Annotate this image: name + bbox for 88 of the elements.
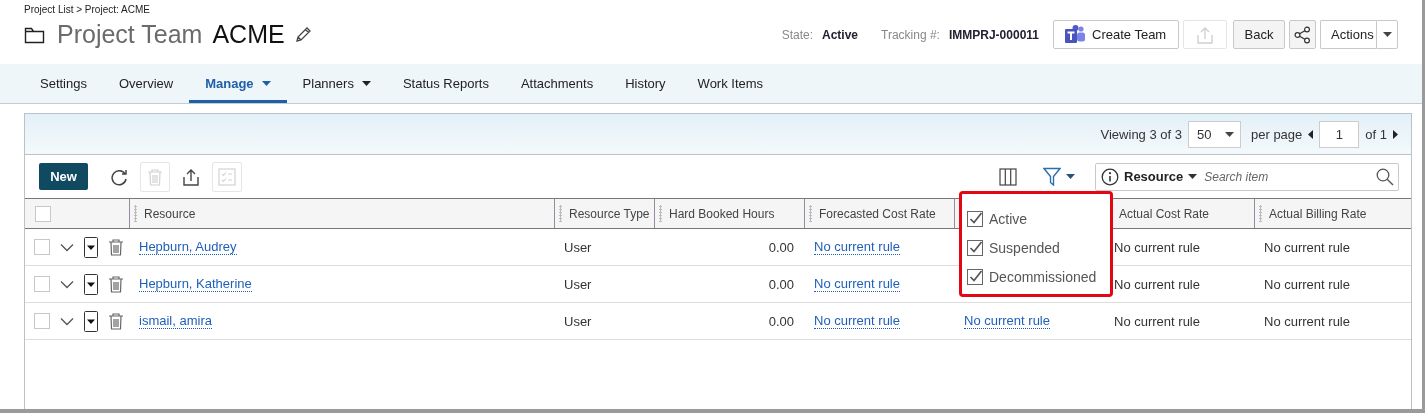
actions-button[interactable]: Actions	[1320, 20, 1376, 49]
select-all-checkbox[interactable]	[35, 205, 51, 222]
page-number-field[interactable]: 1	[1319, 120, 1360, 148]
table-cell: No current rule	[1264, 313, 1350, 329]
share-icon[interactable]	[1294, 25, 1311, 44]
tracking-number: IMMPRJ-000011	[948, 27, 1039, 42]
table-cell: 0.00	[768, 239, 794, 255]
chevron-down-icon[interactable]	[60, 279, 74, 289]
cell-link[interactable]: No current rule	[814, 239, 900, 255]
previous-page-icon[interactable]	[1308, 129, 1314, 139]
columns-icon[interactable]	[999, 167, 1017, 186]
delete-row-icon[interactable]	[108, 312, 124, 330]
search-icon[interactable]	[1376, 167, 1394, 186]
cell-link[interactable]: ismail, amira	[139, 313, 212, 329]
chevron-down-icon[interactable]	[60, 316, 74, 326]
actions-dropdown-button[interactable]	[1376, 20, 1398, 49]
back-button[interactable]: Back	[1233, 20, 1285, 49]
state-label: State:	[781, 27, 813, 42]
status-checkbox[interactable]	[967, 210, 983, 227]
status-filter-option[interactable]: Suspended	[967, 233, 1100, 262]
nav-tab[interactable]: Manage	[189, 64, 287, 103]
delete-row-icon[interactable]	[108, 238, 124, 256]
caret-icon	[1382, 32, 1392, 37]
status-filter-option[interactable]: Active	[967, 204, 1100, 233]
table-cell: User	[564, 313, 592, 329]
table-cell: 0.00	[768, 276, 794, 292]
viewing-count: Viewing 3 of 3	[1100, 126, 1182, 142]
nav-tab[interactable]: Settings	[24, 64, 103, 103]
nav-tab[interactable]: Attachments	[504, 64, 610, 103]
column-header[interactable]: Hard Booked Hours	[669, 206, 775, 221]
status-filter-option[interactable]: Decommissioned	[967, 262, 1100, 291]
cell-link[interactable]: No current rule	[814, 276, 900, 292]
dropdown-menu-icon[interactable]	[84, 236, 98, 258]
column-header[interactable]: Resource	[144, 206, 196, 221]
info-icon	[1101, 167, 1119, 186]
table-cell: 0.00	[768, 313, 794, 329]
page-type-title: Project Team	[57, 20, 203, 49]
row-checkbox[interactable]	[34, 239, 50, 255]
page-count: of 1	[1365, 126, 1387, 142]
export-icon[interactable]	[182, 167, 200, 186]
dropdown-menu-icon[interactable]	[84, 273, 98, 295]
dropdown-menu-icon[interactable]	[84, 310, 98, 332]
search-scope-dropdown[interactable]: Resource	[1124, 169, 1184, 184]
table-cell: No current rule	[1264, 239, 1350, 255]
column-header[interactable]: Actual Cost Rate	[1119, 206, 1210, 221]
table-cell: User	[564, 239, 592, 255]
filter-icon[interactable]	[1043, 167, 1061, 186]
caret-icon	[1225, 131, 1234, 137]
row-checkbox[interactable]	[34, 313, 50, 329]
row-checkbox[interactable]	[34, 276, 50, 292]
share-button[interactable]	[1289, 20, 1316, 49]
table-cell: No current rule	[1114, 276, 1200, 292]
teams-icon	[1064, 24, 1086, 45]
table-cell: No current rule	[1114, 313, 1200, 329]
table-cell: User	[564, 276, 592, 292]
status-checkbox[interactable]	[967, 268, 983, 285]
nav-tab[interactable]: History	[609, 64, 682, 103]
column-header[interactable]: Resource Type	[569, 206, 650, 221]
table-cell: No current rule	[1114, 239, 1200, 255]
cell-link[interactable]: No current rule	[814, 313, 900, 329]
refresh-icon[interactable]	[110, 167, 128, 186]
nav-tab[interactable]: Status Reports	[386, 64, 505, 103]
nav-tab[interactable]: Planners	[286, 64, 387, 103]
nav-tab[interactable]: Work Items	[681, 64, 780, 103]
caret-icon	[1188, 174, 1198, 179]
column-header[interactable]: Forecasted Cost Rate	[819, 206, 936, 221]
state-value: Active	[822, 27, 859, 42]
next-page-icon[interactable]	[1393, 129, 1398, 139]
tracking-label: Tracking #:	[881, 27, 940, 42]
create-team-button[interactable]: Create Team	[1053, 20, 1179, 49]
delete-row-icon[interactable]	[108, 275, 124, 293]
nav-tab[interactable]: Overview	[103, 64, 190, 103]
cell-link[interactable]: Hepburn, Katherine	[139, 276, 252, 292]
table-cell: No current rule	[1264, 276, 1350, 292]
filter-caret-icon	[1066, 174, 1075, 179]
project-name: ACME	[212, 20, 285, 49]
cell-link[interactable]: No current rule	[964, 313, 1050, 329]
breadcrumb[interactable]: Project List > Project: ACME	[24, 4, 1398, 15]
cell-link[interactable]: Hepburn, Audrey	[139, 239, 237, 255]
column-header[interactable]: Actual Billing Rate	[1269, 206, 1367, 221]
page-size-select[interactable]: 50	[1188, 120, 1241, 148]
new-button[interactable]: New	[39, 163, 88, 190]
per-page-label: per page	[1251, 126, 1303, 142]
pencil-icon[interactable]	[293, 26, 312, 43]
status-checkbox[interactable]	[967, 239, 983, 256]
search-field[interactable]: Resource Search item	[1095, 162, 1399, 191]
chevron-down-icon[interactable]	[60, 242, 74, 252]
folder-icon	[24, 25, 45, 44]
